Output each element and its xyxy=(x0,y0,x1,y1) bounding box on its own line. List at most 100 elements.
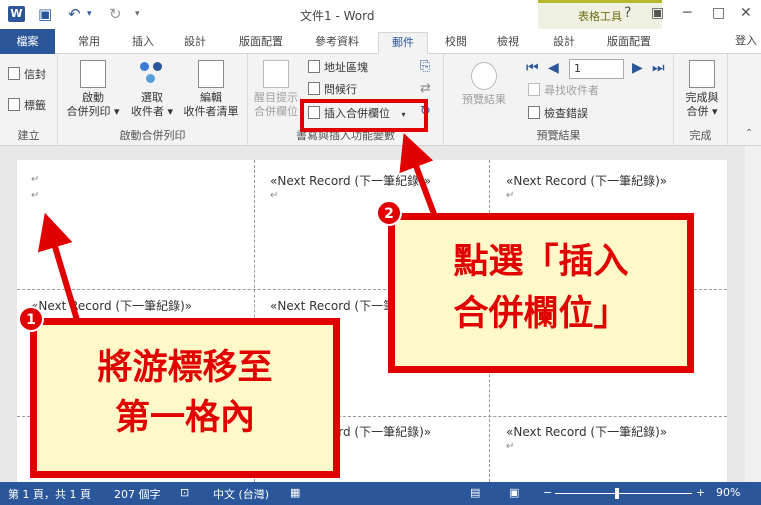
envelope-icon xyxy=(8,67,20,80)
greeting-line-label: 問候行 xyxy=(324,83,357,96)
zoom-level[interactable]: 90% xyxy=(716,486,740,499)
finish-merge-icon xyxy=(689,60,715,88)
edit-recipient-list-button[interactable]: 編輯 收件者清單 xyxy=(178,60,244,119)
previous-record-icon[interactable]: ◀ xyxy=(548,60,559,76)
tab-view[interactable]: 檢視 xyxy=(488,32,528,54)
tab-table-layout[interactable]: 版面配置 xyxy=(597,32,661,54)
cursor-paragraph-mark[interactable]: ↵ xyxy=(31,174,39,185)
proofing-icon[interactable]: ⊡ xyxy=(180,486,189,499)
tab-references[interactable]: 參考資料 xyxy=(305,32,369,54)
tab-file[interactable]: 檔案 xyxy=(0,29,55,54)
preview-results-button[interactable]: 預覽結果 xyxy=(458,62,510,107)
next-record-field[interactable]: «Next Record (下一筆紀錄)» xyxy=(506,172,667,189)
callout2-line2: 合併欄位」 xyxy=(453,294,629,334)
finish-merge-button[interactable]: 完成與 合併 ▾ xyxy=(676,60,728,119)
tab-layout[interactable]: 版面配置 xyxy=(229,32,293,54)
page-count[interactable]: 第 1 頁，共 1 頁 xyxy=(8,486,91,502)
read-mode-icon[interactable]: ▤ xyxy=(470,486,480,499)
ribbon-display-options-button[interactable]: ▣ xyxy=(651,5,664,21)
check-errors-button[interactable]: 檢查錯誤 xyxy=(528,105,588,123)
envelopes-button[interactable]: 信封 xyxy=(8,66,46,84)
status-bar: 第 1 頁，共 1 頁 207 個字 ⊡ 中文 (台灣) ▦ ▤ ▣ − + 9… xyxy=(0,482,761,505)
find-recipient-button[interactable]: 尋找收件者 xyxy=(528,82,599,100)
table-tools-label: 表格工具 xyxy=(578,10,622,23)
tab-mailings[interactable]: 郵件 xyxy=(378,32,428,54)
print-layout-icon[interactable]: ▣ xyxy=(509,486,519,499)
save-icon[interactable]: ▣ xyxy=(38,5,52,23)
close-button[interactable]: ✕ xyxy=(740,5,752,21)
check-errors-label: 檢查錯誤 xyxy=(544,107,588,120)
callout1-line2: 第一格內 xyxy=(114,398,255,438)
word-count[interactable]: 207 個字 xyxy=(114,486,161,502)
start-mail-merge-label-2: 合併列印 xyxy=(66,105,111,118)
next-record-icon[interactable]: ▶ xyxy=(632,60,643,76)
minimize-button[interactable]: ─ xyxy=(683,5,691,21)
window-title: 文件1 - Word xyxy=(300,9,375,23)
undo-icon[interactable]: ↶ xyxy=(68,5,81,23)
language-indicator[interactable]: 中文 (台灣) xyxy=(213,486,269,502)
record-number-input[interactable]: 1 xyxy=(569,59,624,79)
zoom-out-button[interactable]: − xyxy=(543,486,552,499)
group-create: 信封 標籤 建立 xyxy=(0,54,58,146)
check-errors-icon xyxy=(528,106,540,119)
preview-results-icon xyxy=(471,62,497,90)
paragraph-mark: ↵ xyxy=(31,190,40,201)
callout-insert-merge-field: 點選「插入 合併欄位」 xyxy=(388,213,694,373)
macro-record-icon[interactable]: ▦ xyxy=(290,486,300,499)
collapse-ribbon-icon[interactable]: ⌃ xyxy=(745,128,753,139)
last-record-icon[interactable]: ⏭ xyxy=(652,60,665,76)
sign-in-link[interactable]: 登入 xyxy=(735,32,757,48)
callout1-line1: 將游標移至 xyxy=(97,348,273,388)
help-button[interactable]: ? xyxy=(624,5,631,21)
group-preview-label: 預覽結果 xyxy=(536,129,581,142)
tab-review[interactable]: 校閱 xyxy=(436,32,476,54)
labels-icon xyxy=(8,98,20,111)
edit-recipient-list-label-1: 編輯 xyxy=(200,91,222,104)
labels-button[interactable]: 標籤 xyxy=(8,97,46,115)
group-create-label: 建立 xyxy=(17,129,40,142)
next-record-field[interactable]: «Next Record (下一筆紀錄)» xyxy=(31,297,192,314)
edit-list-icon xyxy=(198,60,224,88)
highlight-fields-label-1: 醒目提示 xyxy=(254,91,298,104)
select-recipients-button[interactable]: 選取 收件者 ▾ xyxy=(124,60,180,119)
select-recipients-label-1: 選取 xyxy=(141,91,163,104)
highlight-merge-fields-button[interactable]: 醒目提示 合併欄位 xyxy=(250,60,302,119)
tab-table-design[interactable]: 設計 xyxy=(542,32,586,54)
highlight-fields-label-2: 合併欄位 xyxy=(254,105,298,118)
start-mail-merge-button[interactable]: 啟動 合併列印 ▾ xyxy=(64,60,122,119)
next-record-field[interactable]: «Next Record (下一筆紀錄)» xyxy=(506,423,667,440)
word-app-icon[interactable]: W xyxy=(8,6,25,22)
tab-insert[interactable]: 插入 xyxy=(121,32,165,54)
tab-home[interactable]: 常用 xyxy=(67,32,111,54)
vertical-scrollbar[interactable] xyxy=(745,146,761,482)
callout2-line1: 點選「插入 xyxy=(453,242,629,282)
address-block-button[interactable]: 地址區塊 xyxy=(308,59,368,77)
rules-icon[interactable]: ⎘ xyxy=(420,59,430,74)
tab-design[interactable]: 設計 xyxy=(173,32,217,54)
greeting-line-button[interactable]: 問候行 xyxy=(308,81,357,99)
address-block-label: 地址區塊 xyxy=(324,61,368,74)
table-tools-header: 表格工具 xyxy=(538,0,662,29)
recipients-icon xyxy=(139,60,165,88)
title-bar: W ▣ ↶ ▾ ↻ ▾ 文件1 - Word 表格工具 ? ▣ ─ □ ✕ xyxy=(0,0,761,29)
zoom-in-button[interactable]: + xyxy=(696,486,705,499)
preview-results-label: 預覽結果 xyxy=(462,93,506,106)
match-fields-icon[interactable]: ⇄ xyxy=(420,81,431,96)
redo-icon[interactable]: ↻ xyxy=(109,5,122,23)
highlight-fields-icon xyxy=(263,60,289,88)
next-record-field[interactable]: «Next Record (下一筆紀錄)» xyxy=(270,172,431,189)
group-start-mail-merge: 啟動 合併列印 ▾ 選取 收件者 ▾ 編輯 收件者清單 啟動合併列印 xyxy=(58,54,248,146)
undo-dropdown-icon[interactable]: ▾ xyxy=(87,9,92,19)
first-record-icon[interactable]: ⏮ xyxy=(526,60,539,76)
group-finish-label: 完成 xyxy=(689,129,712,142)
zoom-slider-track[interactable] xyxy=(555,493,692,494)
start-mail-merge-label-1: 啟動 xyxy=(82,91,104,104)
finish-merge-label-1: 完成與 xyxy=(685,91,719,104)
find-recipient-label: 尋找收件者 xyxy=(544,84,599,97)
group-finish: 完成與 合併 ▾ 完成 xyxy=(674,54,728,146)
maximize-button[interactable]: □ xyxy=(712,5,725,21)
envelopes-label: 信封 xyxy=(24,68,46,81)
step-badge-1: 1 xyxy=(18,306,44,332)
zoom-slider-thumb[interactable] xyxy=(615,488,619,499)
customize-quick-access-icon[interactable]: ▾ xyxy=(135,9,140,19)
